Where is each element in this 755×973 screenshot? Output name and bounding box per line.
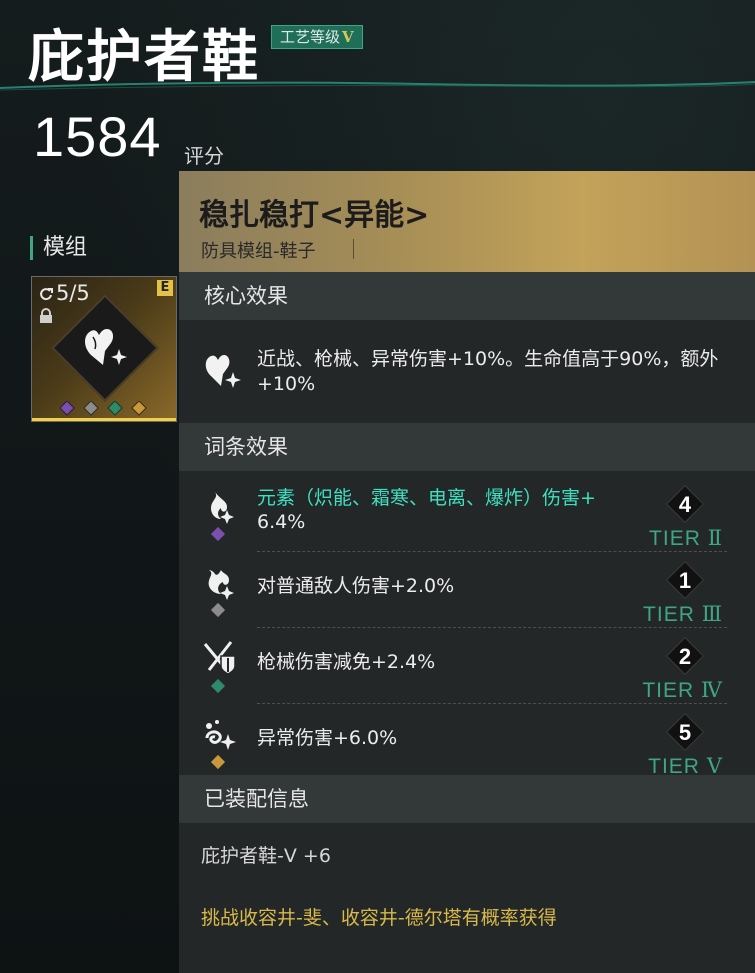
module-count: 5/5 — [38, 281, 90, 305]
mod-subtitle: 防具模组-鞋子 — [201, 241, 316, 262]
affix-text: 对普通敌人伤害+2.0% — [257, 575, 455, 597]
card-gem-row — [60, 401, 147, 416]
craft-label: 工艺等级 — [280, 28, 341, 46]
swirl-star-icon — [205, 720, 236, 750]
module-section-label: 模组 — [30, 236, 87, 260]
tier-prefix: TIER — [649, 527, 701, 550]
affix-text: 异常伤害+6.0% — [257, 727, 398, 749]
equipped-on-text: 庇护者鞋-Ⅴ +6 — [201, 845, 331, 867]
header-divider — [0, 81, 755, 91]
core-effect-heading: 核心效果 — [179, 272, 755, 320]
equip-info-heading: 已装配信息 — [179, 775, 755, 823]
module-card[interactable]: 5/5 E — [31, 276, 177, 422]
heart-star-icon — [85, 329, 127, 365]
tier-label: TIER Ⅲ — [643, 602, 723, 627]
craft-level-value: V — [342, 28, 354, 46]
flame-star-icon — [211, 492, 234, 524]
tier-rank-badge: 5 — [665, 712, 705, 752]
affix-value: 6.4% — [257, 511, 306, 533]
lock-icon[interactable] — [38, 308, 54, 324]
grade-badge: E — [157, 280, 173, 296]
drop-source-text: 挑战收容井-斐、收容井-德尔塔有概率获得 — [201, 907, 557, 929]
score-label: 评分 — [184, 144, 224, 168]
affix-gem-green — [210, 678, 226, 694]
affix-row: 枪械伤害减免+2.4% 2 TIER Ⅳ — [179, 628, 755, 704]
core-effect-text: 近战、枪械、异常伤害+10%。生命值高于90%，额外+10% — [257, 348, 719, 395]
affix-text: 枪械伤害减免+2.4% — [257, 651, 436, 673]
tier-rank-badge: 2 — [665, 636, 705, 676]
craft-level-badge: 工艺等级 V — [271, 25, 363, 49]
tier-rank-number: 4 — [679, 492, 692, 517]
affix-row: 元素（炽能、霜寒、电离、爆炸）伤害+ 6.4% 4 TIER Ⅱ — [179, 476, 755, 552]
gray-diamond — [83, 401, 99, 416]
tier-rank-badge: 1 — [665, 560, 705, 600]
sword-shield-icon — [203, 641, 236, 675]
affix-gem-purple — [210, 526, 226, 542]
mod-title: 稳扎稳打<异能> — [199, 198, 430, 233]
tier-label: TIER Ⅳ — [642, 678, 723, 703]
affix-text: 元素（炽能、霜寒、电离、爆炸）伤害+ 6.4% — [257, 486, 617, 534]
purple-diamond — [60, 401, 75, 416]
affix-heading: 词条效果 — [179, 423, 755, 471]
detail-panel: 稳扎稳打<异能> 防具模组-鞋子 核心效果 近战、枪械、异常伤害+10%。生命值… — [179, 171, 755, 973]
card-equipped-bar — [32, 418, 176, 421]
tier-prefix: TIER — [643, 603, 695, 626]
tier-roman: Ⅱ — [707, 526, 723, 550]
tier-roman: Ⅲ — [701, 602, 723, 626]
tier-rank-number: 2 — [679, 644, 691, 669]
tier-label: TIER Ⅱ — [649, 526, 723, 551]
module-count-text: 5/5 — [56, 281, 90, 305]
gold-diamond — [131, 401, 147, 416]
affix-gem-gray — [210, 602, 226, 618]
affix-row: 对普通敌人伤害+2.0% 1 TIER Ⅲ — [179, 552, 755, 628]
flame-burst-icon — [208, 570, 234, 600]
subtitle-divider — [353, 239, 354, 259]
affix-text-teal: 元素（炽能、霜寒、电离、爆炸）伤害+ — [257, 487, 596, 509]
score-value: 1584 — [33, 105, 162, 168]
affix-row: 异常伤害+6.0% 5 TIER Ⅴ — [179, 704, 755, 780]
tier-rank-badge: 4 — [665, 484, 705, 524]
affix-gem-gold — [210, 754, 226, 770]
tier-roman: Ⅳ — [701, 678, 723, 702]
tier-prefix: TIER — [642, 679, 695, 702]
refresh-icon — [40, 288, 53, 301]
tier-rank-number: 1 — [679, 568, 691, 593]
heart-star-icon — [205, 355, 241, 388]
panel-header: 稳扎稳打<异能> 防具模组-鞋子 — [179, 171, 755, 272]
green-diamond — [107, 401, 123, 416]
tier-rank-number: 5 — [679, 720, 691, 745]
